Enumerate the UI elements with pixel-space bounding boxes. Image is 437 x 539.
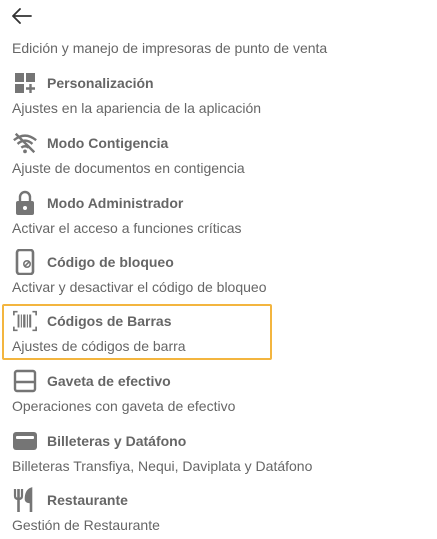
menu-item-title: Restaurante xyxy=(47,492,128,508)
menu-item-subtitle: Ajustes en la apariencia de la aplicació… xyxy=(12,100,262,116)
menu-item-subtitle: Ajuste de documentos en contigencia xyxy=(12,160,245,176)
menu-item-codigos-de-barras[interactable]: Códigos de Barras Ajustes de códigos de … xyxy=(2,304,272,360)
menu-item-billeteras-y-datafono[interactable]: Billeteras y Datáfono Billeteras Transfi… xyxy=(2,424,313,480)
menu-item-subtitle: Operaciones con gaveta de efectivo xyxy=(12,398,236,414)
menu-item-personalizacion[interactable]: Personalización Ajustes en la apariencia… xyxy=(2,66,272,122)
page-description: Edición y manejo de impresoras de punto … xyxy=(12,40,328,56)
barcode-scan-icon xyxy=(12,308,38,334)
drawer-icon xyxy=(12,368,38,394)
back-button[interactable] xyxy=(10,6,34,26)
menu-item-title: Billeteras y Datáfono xyxy=(47,433,187,449)
lock-icon xyxy=(12,190,38,216)
menu-item-title: Código de bloqueo xyxy=(47,254,174,270)
menu-item-subtitle: Activar el acceso a funciones críticas xyxy=(12,220,242,236)
menu-item-title: Personalización xyxy=(47,75,154,91)
wifi-off-icon xyxy=(12,130,38,156)
menu-item-modo-contigencia[interactable]: Modo Contigencia Ajuste de documentos en… xyxy=(2,126,272,182)
menu-item-title: Modo Contigencia xyxy=(47,135,169,151)
menu-item-restaurante[interactable]: Restaurante Gestión de Restaurante xyxy=(2,483,272,539)
arrow-left-icon xyxy=(12,8,32,24)
phone-lock-icon xyxy=(12,249,38,275)
menu-item-subtitle: Activar y desactivar el código de bloque… xyxy=(12,279,267,295)
menu-item-title: Gaveta de efectivo xyxy=(47,373,171,389)
menu-item-subtitle: Gestión de Restaurante xyxy=(12,517,160,533)
wallet-icon xyxy=(12,428,38,454)
dashboard-add-icon xyxy=(12,70,38,96)
menu-item-modo-administrador[interactable]: Modo Administrador Activar el acceso a f… xyxy=(2,186,272,242)
menu-item-subtitle: Ajustes de códigos de barra xyxy=(12,338,186,354)
menu-item-title: Modo Administrador xyxy=(47,195,184,211)
menu-item-gaveta-de-efectivo[interactable]: Gaveta de efectivo Operaciones con gavet… xyxy=(2,364,272,420)
menu-item-title: Códigos de Barras xyxy=(47,313,172,329)
menu-item-subtitle: Billeteras Transfiya, Nequi, Daviplata y… xyxy=(12,458,313,474)
restaurant-icon xyxy=(12,487,38,513)
menu-item-codigo-de-bloqueo[interactable]: Código de bloqueo Activar y desactivar e… xyxy=(2,245,272,301)
